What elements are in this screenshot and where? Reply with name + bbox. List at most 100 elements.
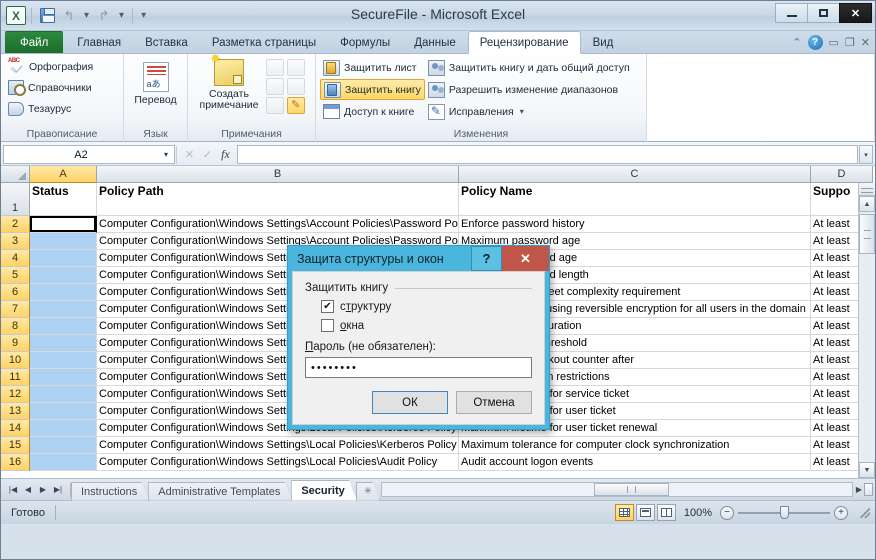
insert-function-icon[interactable]: fx bbox=[217, 146, 234, 163]
translate-button[interactable]: Перевод bbox=[128, 60, 183, 106]
thesaurus-button[interactable]: Тезаурус bbox=[5, 98, 74, 119]
protect-and-share-workbook-button[interactable]: Защитить книгу и дать общий доступ bbox=[425, 57, 633, 78]
cell-a11[interactable] bbox=[30, 369, 97, 386]
column-header-d[interactable]: D bbox=[811, 166, 873, 183]
cancel-formula-icon[interactable]: ✕ bbox=[181, 146, 198, 163]
minimize-workbook-icon[interactable]: ▭ bbox=[829, 36, 839, 49]
customize-qat-button[interactable]: ▾ bbox=[138, 10, 149, 21]
row-header-9[interactable]: 9 bbox=[1, 335, 30, 352]
split-handle[interactable] bbox=[859, 183, 875, 196]
allow-edit-ranges-button[interactable]: Разрешить изменение диапазонов bbox=[425, 79, 633, 100]
redo-dropdown[interactable]: ▾ bbox=[116, 10, 127, 21]
zoom-level[interactable]: 100% bbox=[684, 507, 720, 519]
row-header-6[interactable]: 6 bbox=[1, 284, 30, 301]
formula-input[interactable] bbox=[237, 145, 858, 164]
dialog-help-button[interactable]: ? bbox=[471, 246, 502, 271]
cell-a7[interactable] bbox=[30, 301, 97, 318]
checkbox-structure-box[interactable]: ✔ bbox=[321, 300, 334, 313]
row-header-4[interactable]: 4 bbox=[1, 250, 30, 267]
row-header-12[interactable]: 12 bbox=[1, 386, 30, 403]
tab-formulas[interactable]: Формулы bbox=[328, 32, 402, 53]
tab-page-layout[interactable]: Разметка страницы bbox=[200, 32, 328, 53]
protect-workbook-button[interactable]: Защитить книгу bbox=[320, 79, 425, 100]
sheet-tab-security[interactable]: Security bbox=[291, 480, 356, 501]
normal-view-button[interactable] bbox=[614, 504, 634, 521]
ok-button[interactable]: ОК bbox=[372, 391, 448, 414]
zoom-in-button[interactable]: + bbox=[834, 505, 848, 520]
cell-a12[interactable] bbox=[30, 386, 97, 403]
scroll-down-button[interactable]: ▼ bbox=[859, 462, 875, 478]
tab-home[interactable]: Главная bbox=[65, 32, 133, 53]
tab-review[interactable]: Рецензирование bbox=[467, 31, 581, 54]
column-header-c[interactable]: C bbox=[459, 166, 811, 183]
close-button[interactable]: ✕ bbox=[839, 3, 872, 23]
cell-a10[interactable] bbox=[30, 352, 97, 369]
name-box[interactable]: A2 ▾ bbox=[3, 145, 175, 164]
checkbox-windows[interactable]: окна bbox=[321, 319, 532, 332]
resize-grip-icon[interactable] bbox=[858, 506, 871, 519]
column-header-b[interactable]: B bbox=[97, 166, 459, 183]
cell-a3[interactable] bbox=[30, 233, 97, 250]
cell-c2[interactable]: Enforce password history bbox=[459, 216, 811, 233]
horizontal-scroll-thumb[interactable] bbox=[593, 483, 669, 496]
cell-b16[interactable]: Computer Configuration\Windows Settings\… bbox=[97, 454, 459, 471]
checkbox-structure[interactable]: ✔ структуру bbox=[321, 300, 532, 313]
sheet-tab-instructions[interactable]: Instructions bbox=[71, 482, 149, 501]
cell-a13[interactable] bbox=[30, 403, 97, 420]
show-ink-icon[interactable] bbox=[287, 97, 305, 114]
cell-c1[interactable]: Policy Name bbox=[459, 183, 811, 216]
insert-worksheet-icon[interactable]: ✳ bbox=[356, 482, 380, 501]
chevron-down-icon[interactable]: ▾ bbox=[520, 107, 524, 116]
maximize-button[interactable] bbox=[807, 3, 840, 23]
row-header-11[interactable]: 11 bbox=[1, 369, 30, 386]
dialog-close-button[interactable]: ✕ bbox=[502, 246, 549, 271]
tab-file[interactable]: Файл bbox=[5, 31, 64, 53]
tab-data[interactable]: Данные bbox=[402, 32, 468, 53]
row-header-8[interactable]: 8 bbox=[1, 318, 30, 335]
cell-a9[interactable] bbox=[30, 335, 97, 352]
page-break-view-button[interactable] bbox=[656, 504, 676, 521]
cell-a4[interactable] bbox=[30, 250, 97, 267]
row-header-16[interactable]: 16 bbox=[1, 454, 30, 471]
restore-workbook-icon[interactable]: ❐ bbox=[845, 36, 855, 49]
protect-sheet-button[interactable]: Защитить лист bbox=[320, 57, 425, 78]
next-comment-icon[interactable] bbox=[266, 78, 284, 95]
collapse-ribbon-icon[interactable]: ⌃ bbox=[792, 36, 801, 49]
first-sheet-button[interactable]: |◀ bbox=[6, 482, 20, 498]
checkbox-windows-box[interactable] bbox=[321, 319, 334, 332]
cell-b15[interactable]: Computer Configuration\Windows Settings\… bbox=[97, 437, 459, 454]
redo-button[interactable]: ↱ bbox=[94, 6, 114, 26]
zoom-track[interactable] bbox=[738, 506, 830, 520]
row-header-13[interactable]: 13 bbox=[1, 403, 30, 420]
last-sheet-button[interactable]: ▶| bbox=[51, 482, 65, 498]
cell-c16[interactable]: Audit account logon events bbox=[459, 454, 811, 471]
select-all-button[interactable] bbox=[1, 166, 30, 183]
new-comment-button[interactable]: Создать примечание bbox=[192, 53, 266, 111]
help-icon[interactable]: ? bbox=[807, 35, 823, 50]
cell-a6[interactable] bbox=[30, 284, 97, 301]
cell-a15[interactable] bbox=[30, 437, 97, 454]
show-hide-comment-icon[interactable] bbox=[266, 97, 284, 114]
cell-a1[interactable]: Status bbox=[30, 183, 97, 216]
cell-b2[interactable]: Computer Configuration\Windows Settings\… bbox=[97, 216, 459, 233]
cell-a14[interactable] bbox=[30, 420, 97, 437]
name-box-chevron-down-icon[interactable]: ▾ bbox=[158, 150, 174, 159]
enter-formula-icon[interactable]: ✓ bbox=[199, 146, 216, 163]
tab-insert[interactable]: Вставка bbox=[133, 32, 200, 53]
zoom-thumb[interactable] bbox=[780, 506, 789, 519]
column-header-a[interactable]: A bbox=[30, 166, 97, 183]
row-header-1[interactable]: 1 bbox=[1, 183, 30, 216]
zoom-out-button[interactable]: − bbox=[720, 505, 734, 520]
password-field[interactable]: •••••••• bbox=[305, 357, 532, 378]
share-workbook-button[interactable]: Доступ к книге bbox=[320, 101, 425, 122]
cell-a5[interactable] bbox=[30, 267, 97, 284]
vertical-scroll-track[interactable] bbox=[859, 212, 875, 462]
prev-sheet-button[interactable]: ◀ bbox=[21, 482, 35, 498]
undo-dropdown[interactable]: ▾ bbox=[81, 10, 92, 21]
sheet-tab-administrative-templates[interactable]: Administrative Templates bbox=[148, 482, 292, 501]
spelling-button[interactable]: Орфография bbox=[5, 56, 96, 77]
cell-a8[interactable] bbox=[30, 318, 97, 335]
show-all-comments-icon[interactable] bbox=[287, 78, 305, 95]
horizontal-scrollbar[interactable] bbox=[381, 482, 853, 497]
close-workbook-icon[interactable]: ✕ bbox=[861, 36, 870, 49]
